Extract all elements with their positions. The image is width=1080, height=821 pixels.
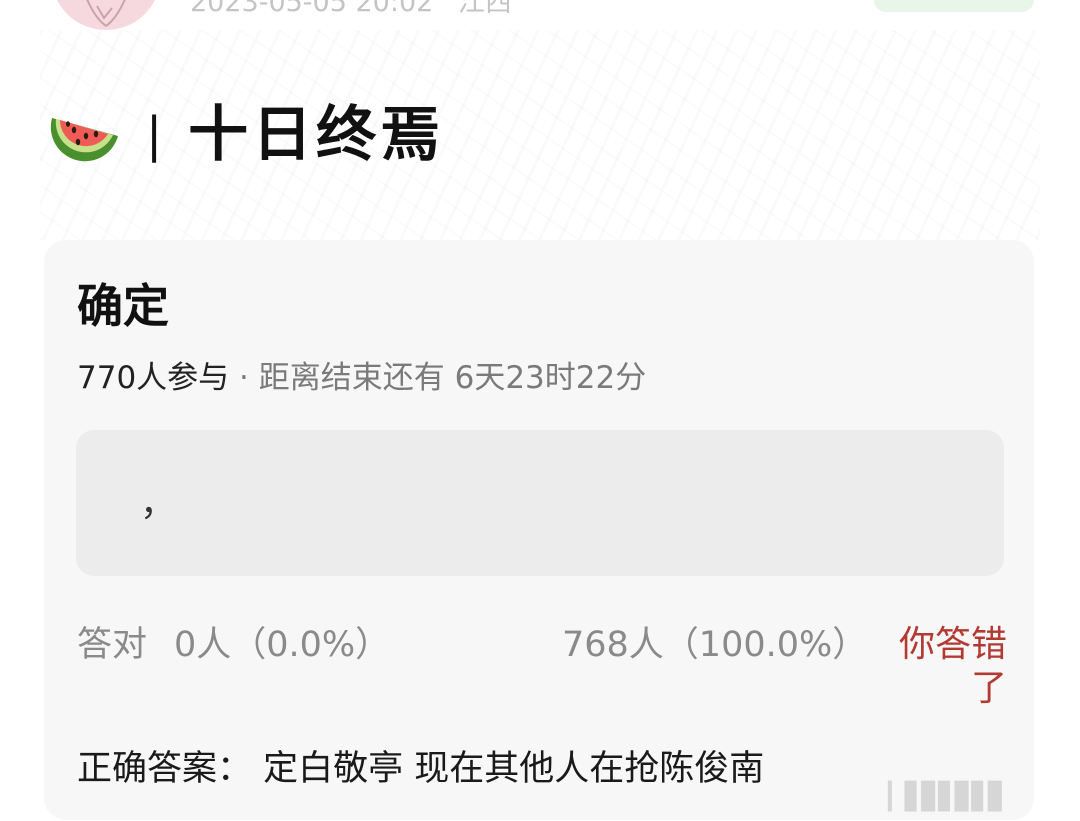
time-remaining: 距离结束还有 6天23时22分 xyxy=(258,360,647,396)
quiz-card: 确定 770人参与 · 距离结束还有 6天23时22分 ， 答对 0人（0.0%… xyxy=(44,240,1034,820)
follow-button[interactable] xyxy=(874,0,1034,12)
quiz-title: 确定 xyxy=(77,279,169,333)
result-status: 你答错了 xyxy=(898,624,1007,709)
avatar[interactable] xyxy=(52,0,160,30)
answer-label: 正确答案： xyxy=(77,749,253,789)
post-date: 2023-05-05 20:02 xyxy=(190,0,434,18)
post-meta: 2023-05-05 20:02 江西 xyxy=(190,0,528,20)
answer-option-text: ， xyxy=(140,483,177,524)
post-title-row: | 十日终焉 xyxy=(48,100,444,170)
post-title: 十日终焉 xyxy=(188,100,445,170)
avatar-sketch-icon xyxy=(86,0,126,27)
answer-text: 定白敬亭 现在其他人在抢陈俊南 xyxy=(263,749,765,789)
separator-dot: · xyxy=(239,360,249,396)
wrong-count: 768人（100.0%） xyxy=(562,625,868,665)
answer-option[interactable]: ， xyxy=(76,430,1004,576)
weibo-post: 2023-05-05 20:02 江西 | 十日终焉 确定 770人参与 · 距… xyxy=(0,0,1080,821)
correct-label: 答对 xyxy=(77,625,148,665)
title-separator: | xyxy=(146,107,163,163)
correct-count: 0人（0.0%） xyxy=(174,625,391,665)
post-location: 江西 xyxy=(457,0,512,18)
quiz-participation: 770人参与 · 距离结束还有 6天23时22分 xyxy=(77,358,646,398)
correct-answer: 正确答案： 定白敬亭 现在其他人在抢陈俊南 xyxy=(77,746,764,792)
quiz-stats: 答对 0人（0.0%） 768人（100.0%） 你答错了 xyxy=(77,623,1007,723)
watermelon-icon xyxy=(50,118,118,162)
participant-count: 770人参与 xyxy=(77,360,230,396)
watermark: ▎▊▉▊▉▊▉ xyxy=(888,782,1005,812)
